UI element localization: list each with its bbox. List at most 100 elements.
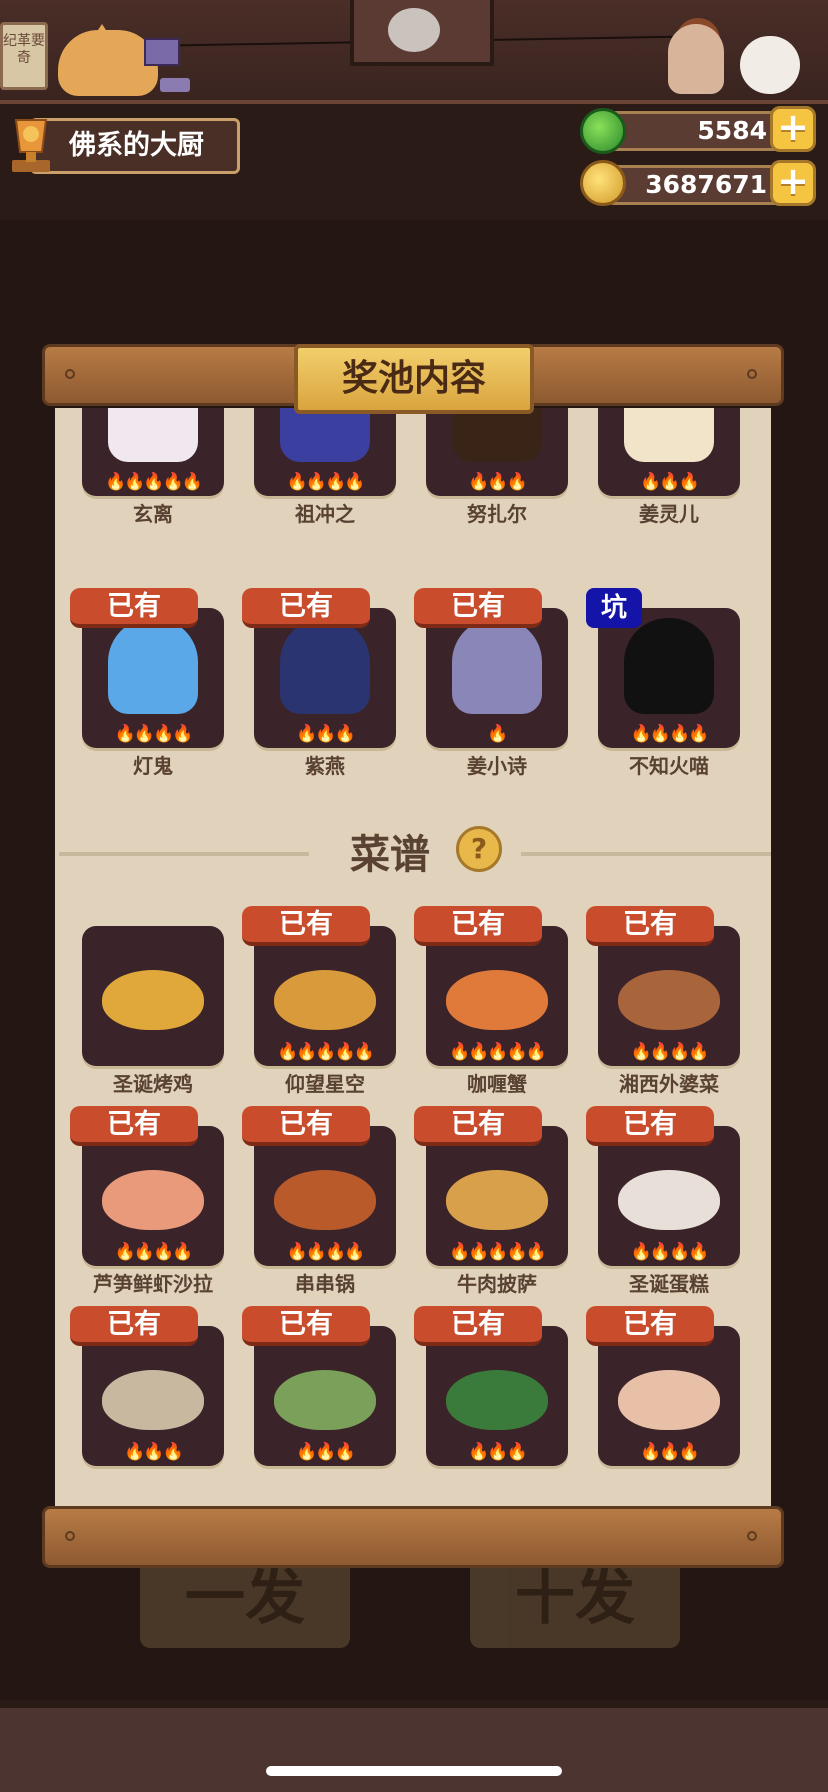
recipe-item[interactable]: 🔥🔥🔥🔥 已有 圣诞蛋糕	[586, 1106, 740, 1296]
wall-sign: 纪革要奇	[0, 22, 48, 90]
character-name: 紫燕	[305, 754, 345, 778]
character-name: 努扎尔	[467, 502, 527, 526]
rarity-flames: 🔥🔥🔥	[640, 1442, 700, 1462]
add-coins-button[interactable]: +	[770, 160, 816, 206]
panel-bottom-plank	[42, 1506, 784, 1568]
section-divider-right	[521, 852, 771, 856]
recipe-card: 🔥🔥🔥🔥	[598, 1126, 740, 1266]
recipe-item[interactable]: 🔥🔥🔥🔥 已有芦笋鲜虾沙拉	[70, 1106, 224, 1296]
dish-icon	[618, 970, 720, 1030]
recipe-name: 仰望星空	[285, 1072, 365, 1096]
character-item[interactable]: 🔥🔥🔥🔥 祖冲之	[254, 408, 396, 526]
owned-badge: 已有	[242, 1306, 370, 1346]
character-item[interactable]: 🔥🔥🔥🔥 已有 灯鬼	[70, 588, 224, 778]
dish-icon	[274, 1370, 376, 1430]
recipe-item[interactable]: 🔥🔥🔥🔥 已有串串锅	[242, 1106, 396, 1296]
cat-ear-icon	[90, 24, 114, 42]
rarity-flames: 🔥🔥🔥	[296, 1442, 356, 1462]
character-name: 姜小诗	[467, 754, 527, 778]
add-jade-button[interactable]: +	[770, 106, 816, 152]
owned-badge: 已有	[414, 588, 542, 628]
nail-icon	[65, 1531, 75, 1541]
coin-icon	[580, 160, 626, 206]
rarity-flames: 🔥🔥🔥🔥🔥	[105, 472, 203, 492]
rarity-flames: 🔥🔥🔥	[296, 724, 356, 744]
rarity-flames: 🔥🔥🔥🔥	[630, 724, 710, 744]
rarity-flames: 🔥🔥🔥🔥🔥	[277, 1042, 375, 1062]
character-card: 🔥🔥🔥	[426, 408, 568, 496]
dish-icon	[618, 1370, 720, 1430]
white-cat-icon	[740, 36, 800, 94]
recipe-name: 咖喱蟹	[467, 1072, 527, 1096]
recipe-name: 串串锅	[295, 1272, 355, 1296]
character-card: 🔥🔥🔥	[254, 608, 396, 748]
rarity-flames: 🔥🔥🔥	[468, 472, 528, 492]
player-name-plate[interactable]: 佛系的大厨	[30, 118, 240, 174]
character-item[interactable]: 🔥🔥🔥 姜灵儿	[598, 408, 740, 526]
character-card: 🔥🔥🔥	[598, 408, 740, 496]
recipe-item[interactable]: 🔥🔥🔥🔥 已有 湘西外婆菜	[586, 906, 740, 1096]
owned-badge: 已有	[70, 1106, 198, 1146]
recipe-card: 🔥🔥🔥	[598, 1326, 740, 1466]
recipe-card: 🔥🔥🔥🔥🔥	[426, 1126, 568, 1266]
recipe-name: 湘西外婆菜	[619, 1072, 719, 1096]
owned-badge: 已有	[242, 906, 370, 946]
recipe-item[interactable]: 🔥🔥🔥🔥🔥 已有仰望星空	[242, 906, 396, 1096]
character-portrait-icon	[624, 408, 714, 462]
recipe-card: 🔥🔥🔥🔥	[254, 1126, 396, 1266]
prize-pool-panel: 🔥🔥🔥🔥🔥 玄离 🔥🔥🔥🔥 祖冲之 🔥🔥🔥 努扎尔 🔥🔥🔥 姜灵儿 🔥🔥🔥🔥 已有 灯鬼 🔥🔥🔥 已有紫…	[55, 408, 771, 1508]
home-indicator[interactable]	[266, 1766, 562, 1776]
recipe-card: 🔥🔥🔥	[82, 1326, 224, 1466]
character-item[interactable]: 🔥🔥🔥🔥 坑不知火喵	[586, 588, 740, 778]
recipe-item[interactable]: 🔥🔥🔥 已有	[242, 1306, 396, 1486]
portrait-character-icon	[388, 8, 440, 52]
help-icon[interactable]: ?	[456, 826, 502, 872]
owned-badge: 已有	[70, 1306, 198, 1346]
character-item[interactable]: 🔥🔥🔥🔥🔥 玄离	[82, 408, 224, 526]
character-item[interactable]: 🔥🔥🔥 努扎尔	[426, 408, 568, 526]
recipe-name: 牛肉披萨	[457, 1272, 537, 1296]
rarity-flames: 🔥	[487, 724, 508, 744]
recipe-item[interactable]: 圣诞烤鸡	[82, 926, 224, 1096]
character-name: 姜灵儿	[639, 502, 699, 526]
character-item[interactable]: 🔥 已有姜小诗	[414, 588, 568, 778]
section-divider-left	[59, 852, 309, 856]
character-portrait-icon	[452, 408, 542, 462]
dish-icon	[102, 1370, 204, 1430]
recipe-item[interactable]: 🔥🔥🔥 已有	[586, 1306, 740, 1486]
recipe-item[interactable]: 🔥🔥🔥 已有	[70, 1306, 224, 1486]
jade-icon	[580, 108, 626, 154]
nail-icon	[747, 369, 757, 379]
character-portrait-icon	[452, 618, 542, 714]
recipe-card	[82, 926, 224, 1066]
recipe-item[interactable]: 🔥🔥🔥🔥🔥 已有 咖喱蟹	[414, 906, 568, 1096]
recipe-name: 芦笋鲜虾沙拉	[93, 1272, 213, 1296]
dish-icon	[446, 970, 548, 1030]
recipe-card: 🔥🔥🔥🔥🔥	[426, 926, 568, 1066]
rarity-flames: 🔥🔥🔥🔥	[114, 724, 194, 744]
recipe-item[interactable]: 🔥🔥🔥🔥🔥 已有 牛肉披萨	[414, 1106, 568, 1296]
owned-badge: 已有	[242, 1106, 370, 1146]
player-name: 佛系的大厨	[69, 130, 204, 161]
dish-icon	[102, 970, 204, 1030]
recipe-name: 圣诞蛋糕	[629, 1272, 709, 1296]
dish-icon	[274, 1170, 376, 1230]
character-item[interactable]: 🔥🔥🔥 已有 紫燕	[242, 588, 396, 778]
character-card: 🔥🔥🔥🔥	[598, 608, 740, 748]
character-portrait-icon	[624, 618, 714, 714]
rarity-flames: 🔥🔥🔥	[124, 1442, 184, 1462]
rarity-flames: 🔥🔥🔥🔥	[114, 1242, 194, 1262]
reading-girl-icon	[668, 24, 724, 94]
pit-badge: 坑	[586, 588, 642, 628]
character-card: 🔥🔥🔥🔥🔥	[82, 408, 224, 496]
dish-icon	[446, 1170, 548, 1230]
bottom-strip	[0, 1708, 828, 1792]
character-portrait-icon	[108, 618, 198, 714]
rarity-flames: 🔥🔥🔥🔥	[286, 1242, 366, 1262]
dish-icon	[618, 1170, 720, 1230]
recipe-card: 🔥🔥🔥🔥	[82, 1126, 224, 1266]
recipe-item[interactable]: 🔥🔥🔥 已有	[414, 1306, 568, 1486]
stool-icon	[160, 78, 190, 92]
nail-icon	[65, 369, 75, 379]
dish-icon	[274, 970, 376, 1030]
